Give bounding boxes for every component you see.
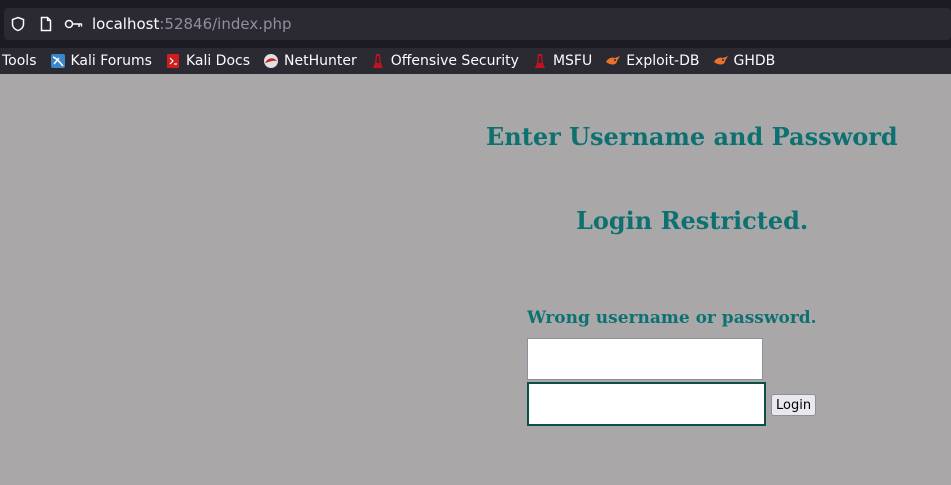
url-host: localhost [92, 15, 160, 33]
bookmark-label: MSFU [552, 53, 593, 69]
bookmark-exploit-db[interactable]: Exploit-DB [605, 50, 700, 72]
nethunter-icon [263, 53, 279, 69]
bookmark-kali-docs[interactable]: Kali Docs [165, 50, 250, 72]
offsec-icon [370, 53, 386, 69]
key-icon[interactable] [64, 16, 84, 32]
page-subheading: Login Restricted. [576, 206, 809, 235]
bookmarks-toolbar: Tools Kali Forums Kali Docs NetHunter Of… [0, 48, 951, 74]
password-input[interactable] [527, 382, 766, 426]
error-message: Wrong username or password. [527, 308, 817, 328]
kali-forums-icon [50, 53, 66, 69]
url-path: :52846/index.php [159, 15, 292, 33]
browser-toolbar: localhost:52846/index.php [0, 0, 951, 48]
username-input[interactable] [527, 338, 763, 380]
bookmark-ghdb[interactable]: GHDB [713, 50, 776, 72]
bookmark-label: Offensive Security [390, 53, 519, 69]
ghdb-icon [713, 53, 729, 69]
bookmark-label: Tools [2, 53, 37, 69]
bookmark-label: Kali Forums [70, 53, 152, 69]
bookmark-label: Kali Docs [185, 53, 251, 69]
page-content: Enter Username and Password Login Restri… [0, 74, 951, 485]
exploitdb-icon [605, 53, 621, 69]
bookmark-offensive-security[interactable]: Offensive Security [370, 50, 519, 72]
msfu-icon [532, 53, 548, 69]
shield-icon[interactable] [10, 16, 26, 32]
bookmark-label: NetHunter [284, 53, 357, 69]
login-button[interactable]: Login [771, 394, 817, 416]
bookmark-label: GHDB [733, 53, 776, 69]
bookmark-msfu[interactable]: MSFU [532, 50, 592, 72]
bookmark-nethunter[interactable]: NetHunter [263, 50, 357, 72]
bookmark-tools[interactable]: Tools [2, 50, 37, 72]
page-icon[interactable] [38, 16, 54, 32]
url-text[interactable]: localhost:52846/index.php [92, 15, 292, 33]
kali-docs-icon [165, 53, 181, 69]
page-heading: Enter Username and Password [486, 122, 898, 151]
bookmark-label: Exploit-DB [626, 53, 700, 69]
bookmark-kali-forums[interactable]: Kali Forums [50, 50, 152, 72]
